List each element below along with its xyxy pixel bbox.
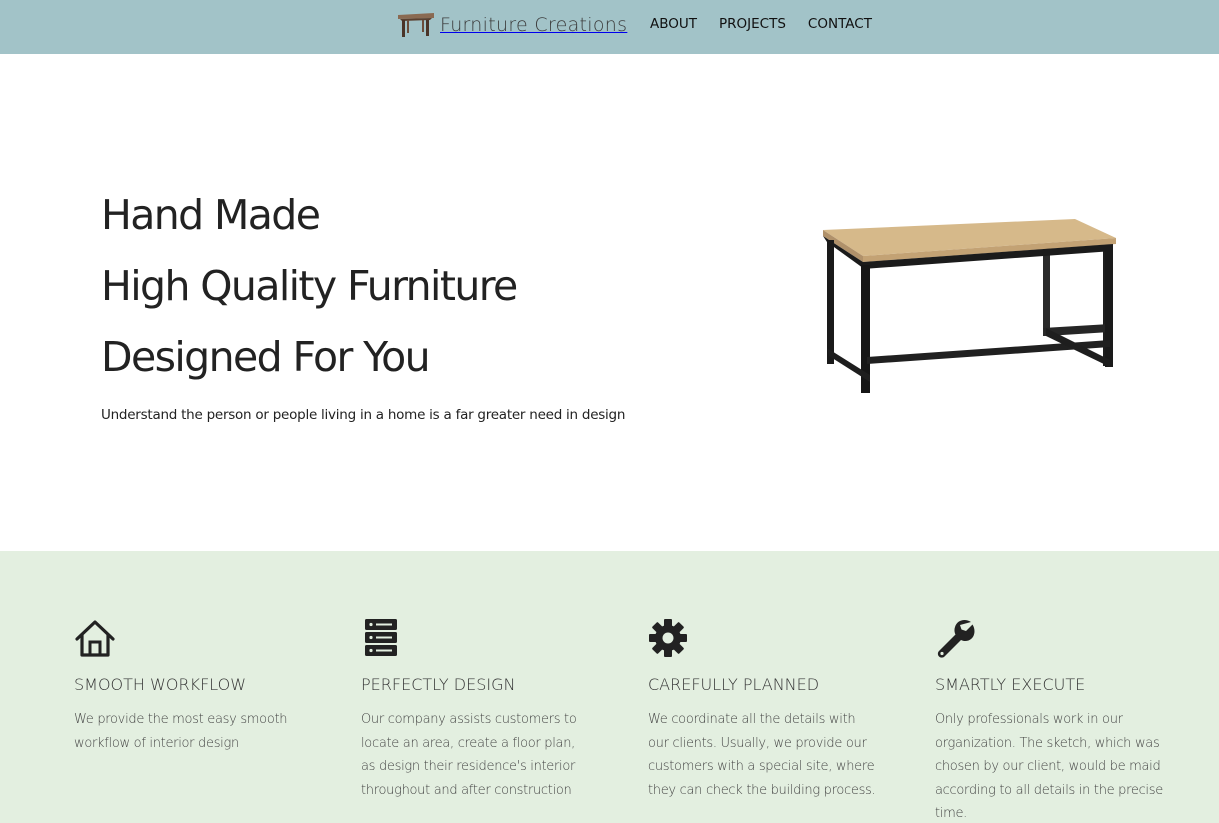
feature-body: Our company assists customers to locate … [361,712,577,798]
main-nav: ABOUT PROJECTS CONTACT [650,16,872,32]
table-image [823,219,1116,393]
features-section: SMOOTH WORKFLOW We provide the most easy… [0,551,1219,823]
brand-link[interactable]: Furniture Creations [396,10,627,40]
nav-contact[interactable]: CONTACT [808,16,872,32]
feature-carefully-planned: CAREFULLY PLANNED We coordinate all the … [648,617,878,802]
feature-perfectly-design: PERFECTLY DESIGN Our company assists cus… [361,617,591,802]
gear-icon [649,619,687,657]
feature-smooth-workflow: SMOOTH WORKFLOW We provide the most easy… [74,617,304,755]
feature-smartly-execute: SMARTLY EXECUTE Only professionals work … [935,617,1165,823]
wrench-icon [937,619,975,658]
nav-projects[interactable]: PROJECTS [719,16,786,32]
hero-title: Hand Made High Quality Furniture Designe… [101,180,701,393]
home-icon [75,620,115,657]
hero-title-line-3: Designed For You [101,333,431,381]
feature-title: SMARTLY EXECUTE [935,675,1086,694]
feature-body: We provide the most easy smooth workflow… [74,712,288,751]
brand-name: Furniture Creations [440,14,628,36]
feature-body: Only professionals work in our organizat… [935,712,1163,822]
feature-title: SMOOTH WORKFLOW [74,675,247,694]
server-icon [365,619,397,656]
table-logo-icon [398,13,434,37]
top-navbar: Furniture Creations ABOUT PROJECTS CONTA… [0,0,1219,54]
feature-title: PERFECTLY DESIGN [361,675,516,694]
hero-subtitle: Understand the person or people living i… [101,407,626,423]
nav-about[interactable]: ABOUT [650,16,697,32]
hero-title-line-1: Hand Made [101,191,321,239]
feature-body: We coordinate all the details with our c… [648,712,876,798]
hero-title-line-2: High Quality Furniture [101,262,518,310]
feature-title: CAREFULLY PLANNED [648,675,820,694]
